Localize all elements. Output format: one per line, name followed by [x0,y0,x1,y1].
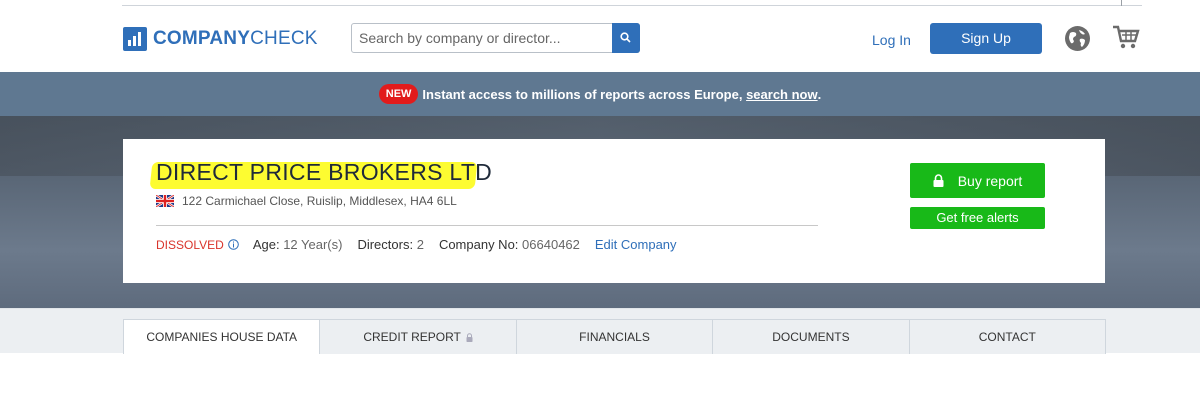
tab-documents[interactable]: DOCUMENTS [712,319,910,354]
address-text: 122 Carmichael Close, Ruislip, Middlesex… [182,194,457,208]
new-badge: NEW [378,84,419,104]
age-value: 12 Year(s) [283,237,343,252]
age-label: Age: [252,237,280,252]
buy-report-button[interactable]: Buy report [910,163,1045,198]
search-button[interactable] [612,23,640,53]
edit-company-link[interactable]: Edit Company [595,237,677,252]
promo-text: Instant access to millions of reports ac… [422,86,747,102]
company-title-wrap: DIRECT PRICE BROKERS LTD [149,159,492,189]
promo-banner: NEW Instant access to millions of report… [0,72,1200,116]
company-no-label: Company No: [438,237,519,252]
tabs: COMPANIES HOUSE DATA CREDIT REPORT FINAN… [123,319,1107,354]
logo-bars-icon [123,27,147,51]
search-input[interactable] [352,24,613,52]
directors-field: Directors: 2 [357,237,423,252]
age-field: Age: 12 Year(s) [253,237,343,252]
directors-value: 2 [416,237,424,252]
status-badge: DISSOLVED [156,237,224,252]
uk-flag-icon [156,195,174,207]
site-logo[interactable]: COMPANYCHECK [123,27,318,51]
globe-icon[interactable] [1064,25,1091,57]
tab-bar: COMPANIES HOUSE DATA CREDIT REPORT FINAN… [0,308,1200,354]
tab-label: DOCUMENTS [772,330,850,344]
logo-text: COMPANYCHECK [153,28,318,50]
lock-icon [933,174,944,187]
login-link[interactable]: Log In [872,32,911,48]
tab-label: CREDIT REPORT [363,330,461,344]
site-header: COMPANYCHECK Log In Sign Up [0,6,1200,72]
logo-text-light: CHECK [250,28,318,49]
tab-contact[interactable]: CONTACT [908,319,1107,354]
tab-label: FINANCIALS [579,330,650,344]
company-name: DIRECT PRICE BROKERS LTD [156,159,493,185]
logo-text-bold: COMPANY [153,28,251,49]
tab-companies-house-data[interactable]: COMPANIES HOUSE DATA [123,319,321,354]
company-address: 122 Carmichael Close, Ruislip, Middlesex… [156,194,457,208]
info-icon[interactable] [228,239,239,250]
company-meta: DISSOLVED Age: 12 Year(s) Directors: 2 C… [156,237,677,252]
tab-credit-report[interactable]: CREDIT REPORT [319,319,517,354]
card-divider [156,225,818,226]
buy-report-label: Buy report [957,172,1023,189]
directors-label: Directors: [357,237,414,252]
search-box [351,23,640,53]
search-icon [620,32,631,43]
cart-icon[interactable] [1112,25,1140,56]
lock-icon [466,332,473,342]
tab-label: COMPANIES HOUSE DATA [146,330,298,344]
signup-button[interactable]: Sign Up [930,23,1042,54]
tab-financials[interactable]: FINANCIALS [515,319,714,354]
tab-label: CONTACT [978,330,1036,344]
promo-end: . [817,86,822,102]
company-no-field: Company No: 06640462 [439,237,580,252]
free-alerts-button[interactable]: Get free alerts [910,207,1045,229]
promo-search-link[interactable]: search now [746,87,818,102]
company-no-value: 06640462 [522,237,580,252]
